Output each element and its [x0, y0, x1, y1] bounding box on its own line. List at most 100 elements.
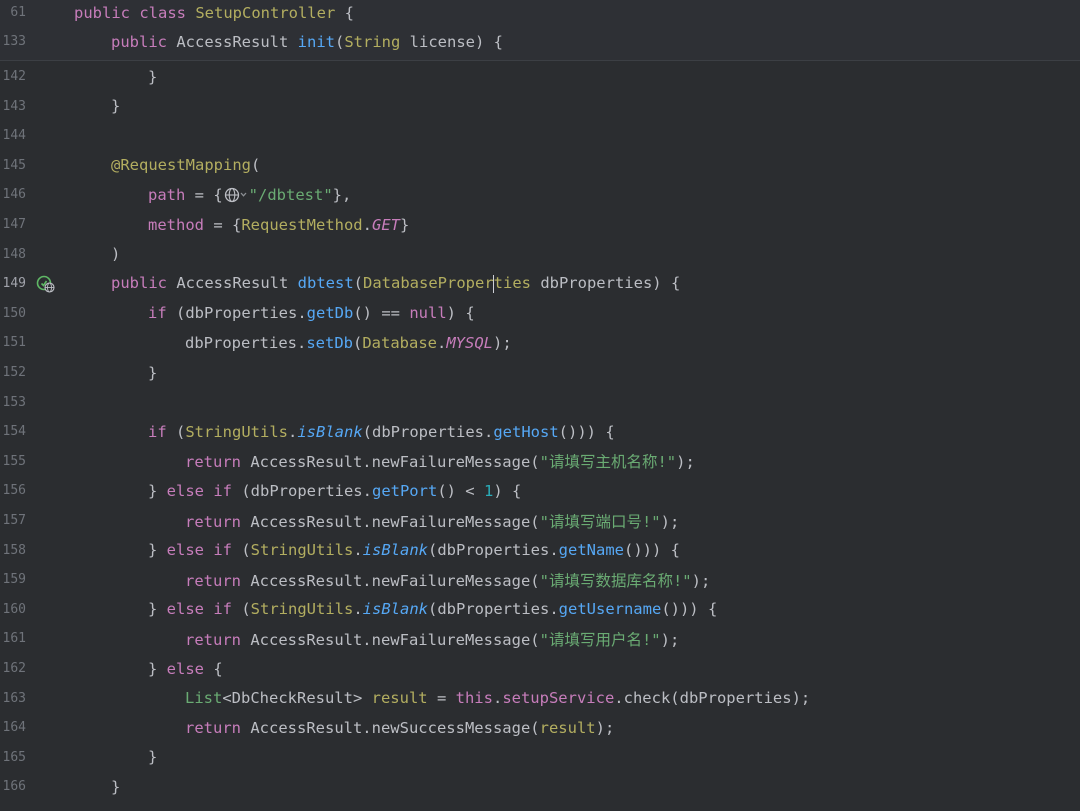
code-text: path = {"/dbtest"}, — [148, 186, 351, 205]
code-text: method = {RequestMethod.GET} — [148, 216, 409, 234]
code-token: ); — [595, 718, 615, 737]
code-token: . — [353, 600, 363, 619]
code-token: SetupController — [195, 3, 345, 22]
line-number: 145 — [2, 157, 26, 173]
line-number: 149 — [2, 276, 26, 292]
code-token: AccessResult.newFailureMessage( — [250, 571, 540, 590]
code-text: if (StringUtils.isBlank(dbProperties.get… — [148, 423, 615, 441]
code-token: ( — [250, 156, 261, 175]
code-line[interactable]: 152} — [0, 358, 1080, 387]
code-line[interactable]: 157 return AccessResult.newFailureMessage… — [0, 506, 1080, 535]
code-line[interactable]: 146 path = {"/dbtest"}, — [0, 180, 1080, 209]
code-line[interactable]: 142} — [0, 62, 1080, 91]
code-token: } — [148, 363, 158, 382]
code-token: method — [148, 215, 214, 234]
code-line[interactable]: 144 — [0, 121, 1080, 150]
gutter-icons — [28, 772, 72, 801]
code-text: List<DbCheckResult> result = this.setupS… — [185, 689, 810, 707]
code-line[interactable]: 159 return AccessResult.newFailureMessage… — [0, 565, 1080, 594]
code-token: AccessResult.newFailureMessage( — [250, 512, 540, 531]
line-number: 158 — [2, 542, 26, 558]
code-token: <DbCheckResult> — [222, 689, 372, 708]
code-line[interactable]: 150 if (dbProperties.getDb() == null) { — [0, 299, 1080, 328]
line-number: 154 — [2, 424, 26, 440]
code-token: ())) { — [623, 541, 680, 560]
code-line[interactable]: 147 method = {RequestMethod.GET} — [0, 210, 1080, 239]
code-token: AccessResult.newFailureMessage( — [250, 630, 540, 649]
line-number: 151 — [2, 335, 26, 351]
code-token: { — [344, 3, 354, 22]
code-line[interactable]: 165} — [0, 743, 1080, 772]
code-token: AccessResult.newFailureMessage( — [250, 453, 540, 472]
code-line[interactable]: 148) — [0, 240, 1080, 269]
code-text: if (dbProperties.getDb() == null) { — [148, 304, 475, 322]
line-number: 144 — [2, 128, 26, 144]
code-token: ) — [111, 245, 121, 264]
code-token: dbtest — [297, 274, 354, 293]
code-token: . — [288, 422, 298, 441]
line-number: 153 — [2, 394, 26, 410]
code-token: StringUtils — [185, 422, 288, 441]
code-token: MYSQL — [446, 333, 494, 352]
code-token: () == — [353, 304, 410, 323]
endpoint-run-icon[interactable] — [36, 274, 56, 294]
code-text: } — [111, 97, 120, 115]
code-token: ( — [241, 600, 251, 619]
code-token: AccessResult.newSuccessMessage( — [250, 718, 540, 737]
code-token: setupService — [502, 689, 615, 708]
code-line[interactable]: 166} — [0, 772, 1080, 801]
code-token: (dbProperties. — [241, 481, 372, 500]
code-token: this — [455, 689, 493, 708]
code-token: getDb — [306, 304, 354, 323]
code-line[interactable]: 143} — [0, 92, 1080, 121]
code-line[interactable]: 151 dbProperties.setDb(Database.MYSQL); — [0, 328, 1080, 357]
code-token: RequestMethod — [241, 215, 363, 234]
code-text: } else { — [148, 660, 223, 678]
code-token: } — [111, 97, 121, 116]
gutter-icons — [28, 417, 72, 446]
code-line[interactable]: 161 return AccessResult.newFailureMessage… — [0, 624, 1080, 653]
code-line[interactable]: 158} else if (StringUtils.isBlank(dbProp… — [0, 536, 1080, 565]
code-token: getPort — [371, 481, 438, 500]
code-line[interactable]: 145 @RequestMapping( — [0, 151, 1080, 180]
code-token: () < — [437, 481, 484, 500]
code-token: getUsername — [558, 600, 662, 619]
gutter-icons — [28, 388, 72, 417]
globe-icon[interactable] — [223, 186, 249, 204]
code-text: return AccessResult.newFailureMessage("请… — [185, 569, 710, 591]
code-token: (dbProperties. — [428, 600, 559, 619]
code-line[interactable]: 163 List<DbCheckResult> result = this.set… — [0, 684, 1080, 713]
code-token: } — [400, 215, 410, 234]
code-line[interactable]: 153 — [0, 388, 1080, 417]
code-token: ); — [660, 630, 680, 649]
code-token: class — [139, 3, 196, 22]
code-token: ( — [334, 32, 345, 51]
line-number: 163 — [2, 690, 26, 706]
code-line[interactable]: 162} else { — [0, 654, 1080, 683]
code-line[interactable]: 154 if (StringUtils.isBlank(dbProperties.… — [0, 417, 1080, 446]
code-token: return — [185, 718, 251, 737]
line-number: 159 — [2, 572, 26, 588]
code-token: ())) { — [558, 422, 615, 441]
code-token: = — [436, 689, 456, 708]
code-editor[interactable]: 61 public class SetupController {133 publi… — [0, 0, 1080, 811]
code-token: ); — [676, 453, 695, 472]
code-text: } — [148, 748, 157, 766]
code-line[interactable]: 155 return AccessResult.newFailureMessage… — [0, 447, 1080, 476]
code-line[interactable]: 133 public AccessResult init(String licen… — [0, 27, 1080, 56]
code-line[interactable]: 160} else if (StringUtils.isBlank(dbProp… — [0, 595, 1080, 624]
code-token: else if — [166, 481, 242, 500]
code-line[interactable]: 156} else if (dbProperties.getPort() < 1… — [0, 476, 1080, 505]
code-token: . — [353, 541, 363, 560]
line-number: 142 — [2, 69, 26, 84]
code-token: ) { — [446, 304, 475, 323]
code-text: return AccessResult.newSuccessMessage(re… — [185, 719, 614, 737]
code-token: } — [111, 777, 121, 796]
gutter-icons — [28, 210, 72, 239]
code-line[interactable]: 149 public AccessResult dbtest(DatabasePr… — [0, 269, 1080, 298]
code-line[interactable]: 61 public class SetupController { — [0, 0, 1080, 27]
code-text: ) — [111, 245, 120, 263]
gutter-icons — [28, 27, 72, 56]
code-line[interactable]: 164 return AccessResult.newSuccessMessage… — [0, 713, 1080, 742]
gutter-icons — [28, 180, 72, 209]
